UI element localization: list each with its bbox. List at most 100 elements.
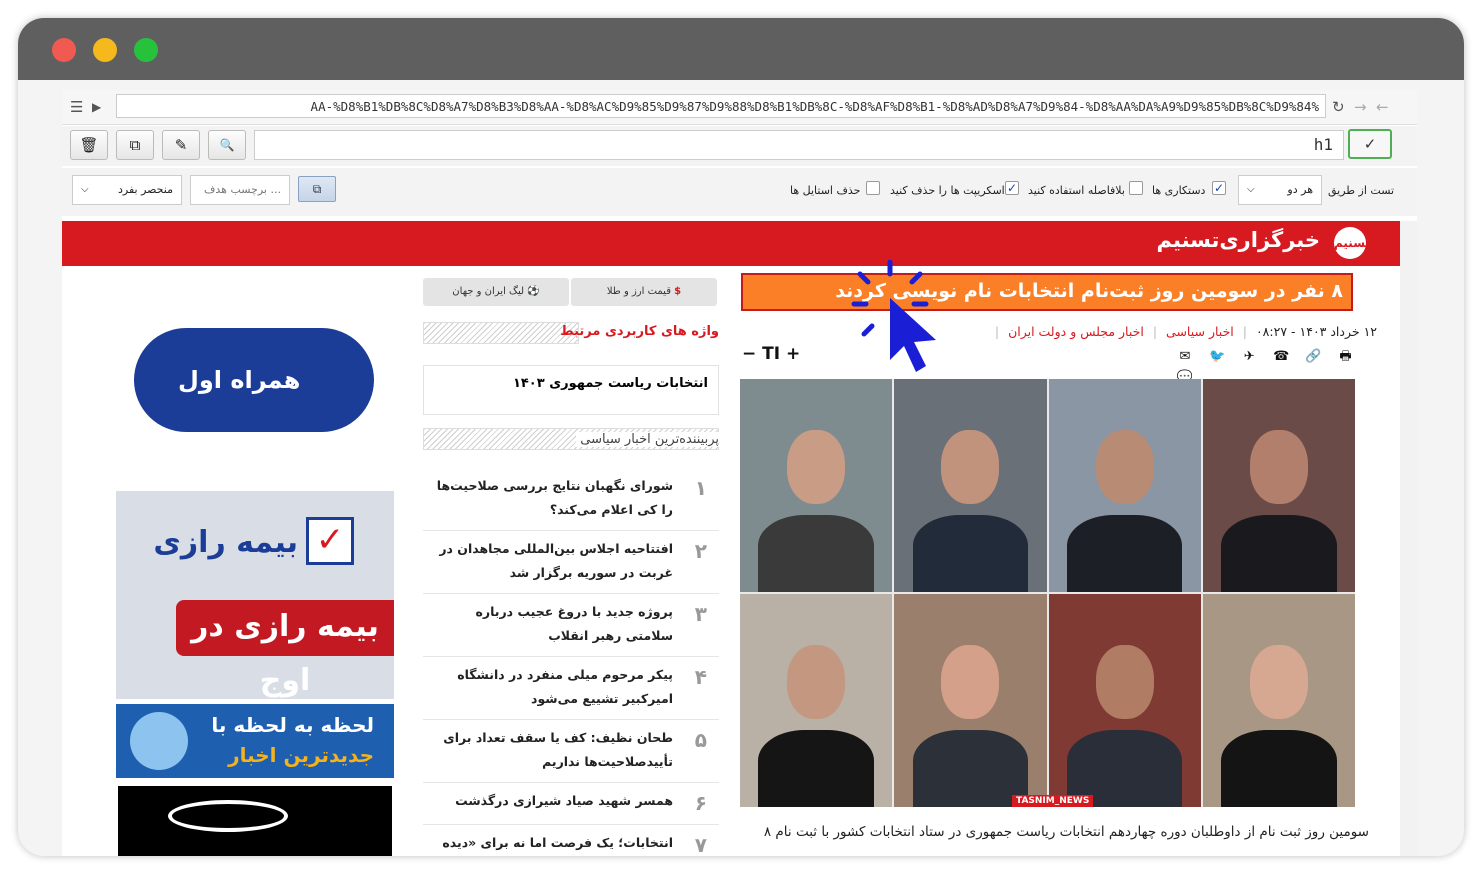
item-rank: ۷ [694,833,707,856]
tab-currency-label: قیمت ارز و طلا [606,286,671,297]
check-icon: ✓ [1363,135,1377,153]
page-viewport: ☰ ▶ %AA-%D8%B1%DB%8C%D8%A7%D8%B3%D8%AA-%… [62,90,1417,856]
maximize-window-button[interactable] [134,38,158,62]
selector-toolbar: 🗑 ⧉ ✎ 🔍 h1 ✓ [62,126,1417,166]
category-link[interactable]: اخبار مجلس و دولت ایران [1008,324,1144,339]
site-header: خبرگزاری‌تسنیم تسنیم [62,221,1400,266]
candidate-photo [1048,379,1201,592]
list-item[interactable]: ۵ طحان نظیف: کف یا سقف تعداد برای تأییدص… [423,720,719,783]
confirm-button[interactable]: ✓ [1348,129,1392,159]
ad-text: همراه اول [178,366,301,394]
item-title[interactable]: افتتاحیه اجلاس بین‌المللی مجاهدان در غرب… [433,537,673,585]
page-scrollbar[interactable] [1400,221,1417,856]
item-title[interactable]: پیکر مرحوم میلی منفرد در دانشگاه امیرکبی… [433,663,673,711]
article-headline[interactable]: ۸ نفر در سومین روز ثبت‌نام انتخابات نام … [741,273,1353,311]
item-rank: ۲ [694,539,707,563]
telegram-icon[interactable]: ✈ [1239,348,1259,366]
remove-scripts-checkbox[interactable]: ✓ [1005,181,1019,195]
photo-caption: سومین روز ثبت نام از داوطلبان دوره چهارد… [763,824,1369,840]
use-immediately-checkbox[interactable] [1129,181,1143,195]
item-rank: ۳ [694,602,707,626]
tab-currency[interactable]: $ قیمت ارز و طلا [571,278,717,306]
item-rank: ۴ [694,665,707,689]
item-title[interactable]: طحان نظیف: کف یا سقف تعداد برای تأییدصلا… [433,726,673,774]
ad-text: بیمه رازی [153,525,298,560]
candidate-photo [894,594,1047,807]
copy-button[interactable]: ⧉ [116,130,154,160]
list-item[interactable]: ۴ پیکر مرحوم میلی منفرد در دانشگاه امیرک… [423,657,719,720]
back-icon[interactable]: ← [1376,98,1389,116]
close-window-button[interactable] [52,38,76,62]
item-title[interactable]: پروژه جدید با دروغ عجیب درباره سلامتی ره… [433,600,673,648]
ad-banner-bime[interactable]: بیمه رازی ✓ بیمه رازی در اوج [116,491,394,699]
list-item[interactable]: ۷ انتخابات؛ یک فرصت اما نه برای «دیده [423,825,719,856]
play-icon[interactable]: ▶ [92,100,101,114]
list-item[interactable]: ۱ شورای نگهبان نتایج بررسی صلاحیت‌ها را … [423,468,719,531]
pointer-cursor-icon [851,260,936,372]
unique-select-value: منحصر بفرد [117,183,173,196]
site-logo-text[interactable]: خبرگزاری‌تسنیم [1157,228,1320,252]
remove-styles-checkbox[interactable] [866,181,880,195]
print-icon[interactable]: 🖶 [1335,348,1355,366]
manipulations-label: دستکاری ها [1152,184,1206,197]
candidate-photo [740,594,893,807]
test-via-select[interactable]: ⌵ هر دو [1238,175,1322,205]
search-button[interactable]: 🔍 [208,130,246,160]
link-icon[interactable]: 🔗 [1303,348,1323,366]
open-target-button[interactable]: ⧉ [298,176,336,202]
list-item[interactable]: ۳ پروژه جدید با دروغ عجیب درباره سلامتی … [423,594,719,657]
email-icon[interactable]: ✉ [1175,348,1195,366]
globe-icon [130,712,188,770]
target-tag-input[interactable]: برچسب هدف ... [190,175,290,205]
item-title[interactable]: انتخابات؛ یک فرصت اما نه برای «دیده [433,831,673,855]
category-link[interactable]: اخبار سیاسی [1166,324,1234,339]
photo-watermark: TASNIM_NEWS [1012,795,1094,807]
item-title[interactable]: همسر شهید صیاد شیرازی درگذشت [433,789,673,813]
unique-select[interactable]: ⌵ منحصر بفرد [72,175,182,205]
site-logo-icon[interactable]: تسنیم [1334,227,1370,259]
ad-text: لحظه به لحظه با [211,713,374,737]
minimize-window-button[interactable] [93,38,117,62]
list-item[interactable]: ۶ همسر شهید صیاد شیرازی درگذشت [423,783,719,825]
erase-button[interactable]: ✎ [162,130,200,160]
reload-icon[interactable]: ↻ [1332,98,1345,116]
url-field[interactable]: %AA-%D8%B1%DB%8C%D8%A7%D8%B3%D8%AA-%D8%A… [116,94,1326,118]
candidate-photo [894,379,1047,592]
ad-banner-car[interactable] [118,786,392,856]
keyword-link[interactable]: انتخابات ریاست جمهوری ۱۴۰۳ [423,365,719,415]
candidate-photo [740,379,893,592]
candidate-photo [1048,594,1201,807]
menu-icon[interactable]: ☰ [70,98,83,116]
widget-tabs: $ قیمت ارز و طلا ⚽ لیگ ایران و جهان [423,278,719,306]
delete-button[interactable]: 🗑 [70,130,108,160]
eraser-icon: ✎ [174,136,188,154]
remove-styles-label: حذف استایل ها [790,184,861,197]
copy-icon: ⧉ [129,136,141,154]
search-icon: 🔍 [219,138,235,152]
external-link-icon: ⧉ [312,182,322,196]
candidate-photo [1202,379,1355,592]
font-size-controls[interactable]: − TI + [742,344,800,364]
selector-input[interactable]: h1 [254,130,1344,160]
football-icon: ⚽ [527,286,540,297]
list-item[interactable]: ۲ افتتاحیه اجلاس بین‌المللی مجاهدان در غ… [423,531,719,594]
trash-icon: 🗑 [79,136,99,154]
ad-banner-news[interactable]: لحظه به لحظه با جدیدترین اخبار [116,704,394,778]
test-via-value: هر دو [1287,183,1313,196]
whatsapp-icon[interactable]: ☎ [1271,348,1291,366]
address-row: ☰ ▶ %AA-%D8%B1%DB%8C%D8%A7%D8%B3%D8%AA-%… [62,90,1417,125]
twitter-icon[interactable]: 🐦 [1207,348,1227,366]
item-title[interactable]: شورای نگهبان نتایج بررسی صلاحیت‌ها را کی… [433,474,673,522]
forward-icon[interactable]: → [1354,98,1367,116]
manipulations-checkbox[interactable]: ✓ [1212,181,1226,195]
ad-banner-hamrah[interactable]: همراه اول [134,328,384,438]
dollar-icon: $ [674,286,682,297]
item-rank: ۱ [694,476,707,500]
test-via-label: تست از طریق [1328,184,1395,197]
tab-league[interactable]: ⚽ لیگ ایران و جهان [423,278,569,306]
remove-scripts-label: اسکریپت ها را حذف کنید [890,184,1005,197]
share-bar: ✉ 🐦 ✈ ☎ 🔗 🖶 💬 [1168,345,1358,385]
keywords-title: واژه های کاربردی مرتبط [560,324,719,339]
tab-league-label: لیگ ایران و جهان [452,286,525,297]
title-bar [18,18,1464,80]
